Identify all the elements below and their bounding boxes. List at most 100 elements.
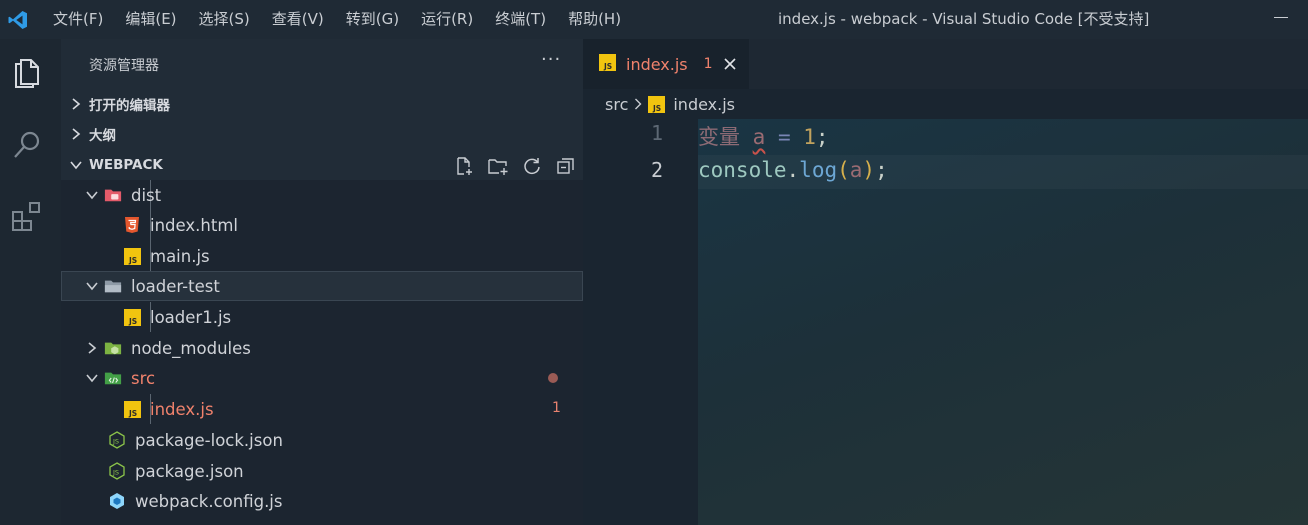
tab-problem-count: 1	[703, 56, 713, 72]
code-token-paren: (	[837, 158, 850, 182]
tree-file-package-lock-json[interactable]: JS package-lock.json	[61, 425, 583, 455]
menu-file[interactable]: 文件(F)	[42, 0, 114, 39]
chevron-right-icon	[69, 98, 83, 110]
tree-label: loader-test	[131, 276, 220, 296]
breadcrumb-folder[interactable]: src	[605, 95, 628, 114]
search-icon[interactable]	[9, 127, 45, 163]
extensions-icon[interactable]	[9, 199, 45, 235]
svg-text:JS: JS	[112, 438, 119, 446]
code-line-1: 变量 a = 1;	[698, 121, 829, 151]
section-label: WEBPACK	[89, 157, 163, 173]
file-tree: dist index.html JS main.js loader-test J…	[61, 180, 583, 525]
chevron-down-icon	[85, 373, 99, 383]
section-workspace[interactable]: WEBPACK	[61, 150, 583, 180]
explorer-title: 资源管理器	[89, 58, 159, 74]
tree-file-index-js[interactable]: JS index.js 1	[61, 394, 583, 424]
breadcrumb-file[interactable]: index.js	[673, 95, 735, 114]
js-file-icon: JS	[599, 53, 616, 75]
tree-label: loader1.js	[150, 307, 232, 327]
code-editor[interactable]: 变量 a = 1; console.log(a);	[698, 119, 1308, 525]
menu-terminal[interactable]: 终端(T)	[484, 0, 557, 39]
menu-help[interactable]: 帮助(H)	[557, 0, 632, 39]
code-token-object: console	[698, 158, 787, 182]
menu-view[interactable]: 查看(V)	[261, 0, 335, 39]
chevron-right-icon	[69, 128, 83, 140]
section-open-editors[interactable]: 打开的编辑器	[61, 89, 583, 119]
line-number: 1	[650, 121, 663, 145]
close-icon[interactable]	[723, 57, 737, 71]
new-file-icon[interactable]	[453, 155, 475, 177]
tab-index-js[interactable]: JS index.js 1	[583, 39, 749, 89]
vscode-logo-icon	[0, 0, 36, 39]
tree-file-loader1-js[interactable]: JS loader1.js	[61, 302, 583, 332]
minimize-icon[interactable]	[1274, 17, 1288, 18]
tab-strip: JS index.js 1	[583, 39, 1308, 89]
chevron-right-icon	[634, 98, 642, 110]
modified-dot	[548, 373, 558, 383]
tree-file-main-js[interactable]: JS main.js	[61, 241, 583, 271]
svg-text:JS: JS	[652, 104, 661, 113]
activity-bar	[0, 39, 61, 525]
menu-edit[interactable]: 编辑(E)	[114, 0, 187, 39]
tree-label: node_modules	[131, 338, 251, 358]
tree-label: package-lock.json	[135, 430, 283, 450]
explorer-icon[interactable]	[9, 53, 45, 89]
webpack-icon	[108, 492, 126, 510]
html5-icon	[123, 216, 141, 234]
line-number: 2	[650, 158, 663, 182]
explorer-sidebar: 资源管理器 ··· 打开的编辑器 大纲 WEBPACK dist index.h…	[61, 39, 583, 525]
code-token-dot: .	[786, 158, 800, 182]
tree-file-index-html[interactable]: index.html	[61, 210, 583, 240]
editor-pane: JS index.js 1 src JS index.js 1 2 变量 a =…	[583, 39, 1308, 525]
section-label: 打开的编辑器	[89, 98, 170, 114]
js-file-icon: JS	[123, 247, 141, 265]
more-actions-button[interactable]: ···	[541, 49, 561, 70]
js-file-icon: JS	[648, 95, 666, 113]
chevron-down-icon	[85, 281, 99, 291]
svg-text:JS: JS	[128, 317, 137, 326]
new-folder-icon[interactable]	[487, 155, 509, 177]
chevron-down-icon	[69, 160, 83, 170]
tree-folder-node-modules[interactable]: node_modules	[61, 333, 583, 363]
folder-node-icon	[104, 339, 122, 357]
folder-icon	[104, 277, 122, 295]
code-token-operator: =	[765, 125, 804, 149]
menu-run[interactable]: 运行(R)	[410, 0, 484, 39]
collapse-all-icon[interactable]	[555, 155, 577, 177]
nodejs-icon: JS	[108, 431, 126, 449]
tree-label: package.json	[135, 461, 244, 481]
js-file-icon: JS	[123, 400, 141, 418]
tree-file-webpack-config-js[interactable]: webpack.config.js	[61, 486, 583, 516]
code-token-argument: a	[849, 158, 863, 182]
section-label: 大纲	[89, 128, 116, 144]
workspace-actions	[453, 155, 577, 177]
tree-folder-dist[interactable]: dist	[61, 180, 583, 210]
svg-text:JS: JS	[128, 409, 137, 418]
tree-file-package-json[interactable]: JS package.json	[61, 456, 583, 486]
svg-text:JS: JS	[128, 256, 137, 265]
chevron-down-icon	[85, 190, 99, 200]
code-token-paren: )	[862, 158, 876, 182]
svg-text:JS: JS	[603, 62, 612, 71]
code-token-variable: a	[752, 125, 766, 149]
menu-selection[interactable]: 选择(S)	[188, 0, 261, 39]
code-token-number: 1	[803, 125, 816, 149]
code-token-function: log	[799, 158, 838, 182]
tree-folder-src[interactable]: src	[61, 363, 583, 393]
tree-label: webpack.config.js	[135, 491, 283, 511]
nodejs-icon: JS	[108, 462, 126, 480]
tree-label: main.js	[150, 246, 210, 266]
title-bar: 文件(F) 编辑(E) 选择(S) 查看(V) 转到(G) 运行(R) 终端(T…	[0, 0, 1308, 39]
code-token-keyword: 变量	[698, 125, 740, 149]
code-token-semicolon: ;	[815, 125, 829, 149]
breadcrumb: src JS index.js	[583, 89, 1308, 119]
tab-label: index.js	[626, 54, 688, 74]
section-outline[interactable]: 大纲	[61, 119, 583, 149]
menu-go[interactable]: 转到(G)	[335, 0, 410, 39]
refresh-icon[interactable]	[521, 155, 543, 177]
folder-src-icon	[104, 369, 122, 387]
js-file-icon: JS	[123, 308, 141, 326]
tree-folder-loader-test[interactable]: loader-test	[61, 271, 583, 301]
menu-bar: 文件(F) 编辑(E) 选择(S) 查看(V) 转到(G) 运行(R) 终端(T…	[42, 0, 632, 39]
window-title: index.js - webpack - Visual Studio Code …	[778, 10, 1150, 28]
